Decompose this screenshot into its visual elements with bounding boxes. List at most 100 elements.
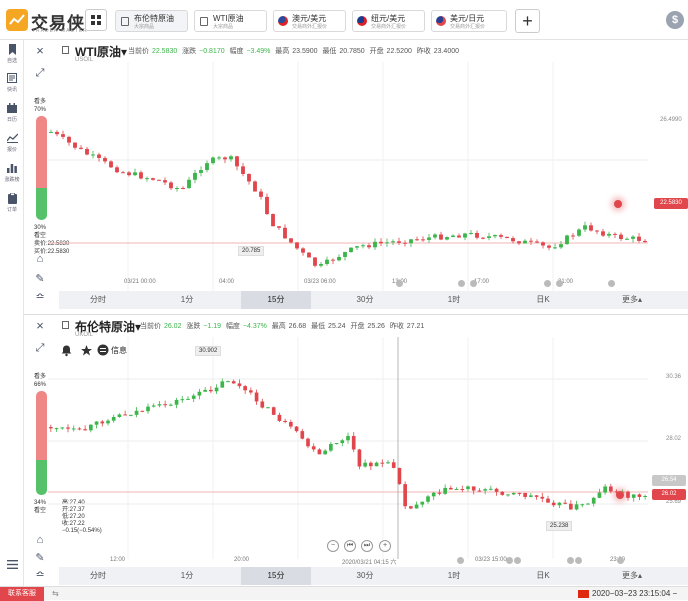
bull-label: 看多 66%: [34, 374, 47, 388]
candle: [271, 213, 275, 227]
tf-30m[interactable]: 30分: [330, 567, 400, 585]
candle: [427, 233, 431, 243]
sidebar-item-quotes[interactable]: 报价: [0, 133, 24, 153]
scroll-back-button[interactable]: ⏮: [344, 540, 356, 552]
indicator-icon[interactable]: ≏: [33, 290, 47, 304]
tab-brent[interactable]: 布伦特原油 大宗商品: [115, 10, 188, 32]
tf-15m[interactable]: 15分: [241, 291, 311, 309]
candle: [187, 176, 191, 189]
event-marker[interactable]: [506, 557, 513, 564]
candle: [367, 243, 371, 249]
indicator-icon[interactable]: ≏: [33, 568, 47, 582]
candle: [211, 156, 215, 165]
current-price-tag: 22.5830: [654, 198, 688, 209]
candle: [49, 129, 53, 133]
candle: [445, 236, 449, 241]
tf-1h[interactable]: 1时: [419, 567, 489, 585]
current-price-tag: 26.02: [652, 489, 686, 500]
scroll-forward-button[interactable]: ⏭: [361, 540, 373, 552]
candle: [637, 232, 641, 243]
sidebar-item-calendar[interactable]: 日历: [0, 103, 24, 123]
event-marker[interactable]: [514, 557, 521, 564]
magnet-icon[interactable]: ⌂: [33, 252, 47, 266]
candle: [199, 166, 203, 177]
candle: [259, 188, 263, 200]
x-label: 03/23 15:00: [475, 557, 507, 563]
tf-more[interactable]: 更多▴: [597, 291, 667, 309]
tf-daily[interactable]: 日K: [508, 567, 578, 585]
tab-usdjpy[interactable]: 美元/日元 交易商外汇报价: [431, 10, 507, 32]
pencil-icon[interactable]: ✎: [33, 551, 47, 565]
candle: [307, 251, 311, 258]
tab-audusd[interactable]: 澳元/美元 交易商外汇报价: [273, 10, 346, 32]
candle: [607, 231, 611, 238]
sidebar-item-movers[interactable]: 涨跌榜: [0, 163, 24, 183]
tf-1m[interactable]: 1分: [152, 567, 222, 585]
candle: [369, 461, 373, 471]
event-marker[interactable]: [396, 280, 403, 287]
zoom-out-button[interactable]: −: [327, 540, 339, 552]
event-marker[interactable]: [617, 557, 624, 564]
event-marker[interactable]: [608, 280, 615, 287]
magnet-icon[interactable]: ⌂: [33, 533, 47, 547]
event-marker[interactable]: [458, 280, 465, 287]
sidebar-item-news[interactable]: 快讯: [0, 73, 24, 93]
zoom-in-button[interactable]: +: [379, 540, 391, 552]
bear-label: 30% 看空: [34, 225, 47, 239]
layout-grid-button[interactable]: [85, 9, 107, 31]
candle: [334, 442, 339, 445]
tf-more[interactable]: 更多▴: [597, 567, 667, 585]
expand-icon[interactable]: ⤢: [33, 66, 47, 80]
event-marker[interactable]: [470, 280, 477, 287]
candle: [313, 257, 317, 268]
candle: [374, 461, 379, 467]
tab-nzdusd[interactable]: 纽元/美元 交易商外汇报价: [352, 10, 425, 32]
tab-wti[interactable]: WTI原油 大宗商品: [194, 10, 267, 32]
add-tab-button[interactable]: +: [515, 9, 540, 33]
tf-30m[interactable]: 30分: [330, 291, 400, 309]
candle: [466, 485, 470, 492]
tf-daily[interactable]: 日K: [508, 291, 578, 309]
x-label: 03/21 00:00: [124, 279, 156, 285]
candle: [517, 240, 521, 246]
candle: [54, 427, 59, 432]
candle: [586, 503, 590, 505]
tf-15m[interactable]: 15分: [241, 567, 311, 585]
expand-icon[interactable]: ⤢: [33, 341, 47, 355]
candle: [243, 384, 247, 394]
sidebar-item-watchlist[interactable]: 自选: [0, 44, 24, 64]
tf-tick[interactable]: 分时: [63, 567, 133, 585]
candle: [361, 243, 365, 249]
sidebar-item-orders[interactable]: 订单: [0, 192, 24, 213]
candle: [277, 412, 282, 423]
candle: [637, 493, 642, 501]
event-marker[interactable]: [567, 557, 574, 564]
close-icon[interactable]: ×: [33, 319, 47, 333]
candle: [191, 393, 196, 403]
tf-tick[interactable]: 分时: [63, 291, 133, 309]
close-icon[interactable]: ×: [33, 44, 47, 58]
candle: [85, 146, 89, 156]
tf-1h[interactable]: 1时: [419, 291, 489, 309]
pencil-icon[interactable]: ✎: [33, 272, 47, 286]
account-icon[interactable]: $: [666, 11, 684, 29]
candle: [283, 418, 287, 424]
candle: [469, 229, 473, 235]
event-marker[interactable]: [556, 280, 563, 287]
contact-support-button[interactable]: 联系客服: [0, 587, 44, 601]
event-marker[interactable]: [575, 557, 582, 564]
candle: [83, 425, 87, 431]
candle: [483, 487, 487, 495]
event-marker[interactable]: [457, 557, 464, 564]
candle: [265, 193, 269, 215]
candle: [343, 251, 347, 261]
candle: [61, 130, 65, 140]
candle: [49, 424, 53, 432]
menu-button[interactable]: [0, 560, 24, 571]
event-marker[interactable]: [544, 280, 551, 287]
candle: [643, 239, 647, 243]
tf-1m[interactable]: 1分: [152, 291, 222, 309]
candlestick-chart[interactable]: [48, 62, 648, 292]
candle: [391, 459, 396, 469]
candle: [266, 407, 270, 409]
